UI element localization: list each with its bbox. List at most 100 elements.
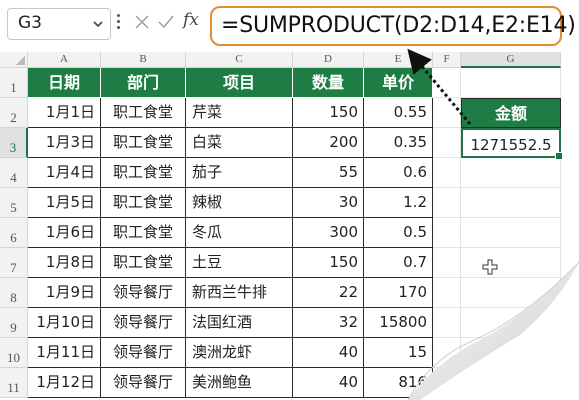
table-cell[interactable]: 300: [293, 218, 364, 248]
row-header-4[interactable]: 4: [0, 158, 28, 188]
table-cell[interactable]: 0.6: [364, 158, 433, 188]
table-cell[interactable]: 土豆: [186, 248, 293, 278]
table-cell[interactable]: 170: [364, 278, 433, 308]
table-cell[interactable]: 22: [293, 278, 364, 308]
table-header-cell[interactable]: 部门: [101, 68, 186, 98]
table-cell[interactable]: 辣椒: [186, 188, 293, 218]
row-header-3[interactable]: 3: [0, 128, 28, 158]
blank-cell[interactable]: [461, 368, 561, 398]
amount-header-cell[interactable]: 金额: [461, 98, 561, 128]
table-cell[interactable]: 1月11日: [28, 338, 101, 368]
blank-cell[interactable]: [433, 98, 461, 128]
table-cell[interactable]: 白菜: [186, 128, 293, 158]
table-header-cell[interactable]: 日期: [28, 68, 101, 98]
table-header-cell[interactable]: 项目: [186, 68, 293, 98]
table-cell[interactable]: 职工食堂: [101, 188, 186, 218]
table-cell[interactable]: 1月6日: [28, 218, 101, 248]
table-cell[interactable]: 1月12日: [28, 368, 101, 398]
table-cell[interactable]: 新西兰牛排: [186, 278, 293, 308]
table-cell[interactable]: 职工食堂: [101, 158, 186, 188]
table-cell[interactable]: 法国红酒: [186, 308, 293, 338]
table-cell[interactable]: 200: [293, 128, 364, 158]
column-header-f[interactable]: F: [433, 52, 461, 68]
blank-cell[interactable]: [461, 278, 561, 308]
table-cell[interactable]: 领导餐厅: [101, 338, 186, 368]
table-cell[interactable]: 1月5日: [28, 188, 101, 218]
table-header-cell[interactable]: 单价: [364, 68, 433, 98]
chevron-down-icon[interactable]: [92, 18, 104, 30]
row-header-10[interactable]: 10: [0, 338, 28, 368]
blank-cell[interactable]: [461, 158, 561, 188]
blank-cell[interactable]: [433, 308, 461, 338]
blank-cell[interactable]: [433, 68, 461, 98]
table-cell[interactable]: 30: [293, 188, 364, 218]
row-header-6[interactable]: 6: [0, 218, 28, 248]
table-cell[interactable]: 1月10日: [28, 308, 101, 338]
blank-cell[interactable]: [461, 68, 561, 98]
blank-cell[interactable]: [433, 248, 461, 278]
table-cell[interactable]: 领导餐厅: [101, 368, 186, 398]
table-cell[interactable]: 0.55: [364, 98, 433, 128]
table-cell[interactable]: 1月1日: [28, 98, 101, 128]
select-all-corner[interactable]: [0, 52, 28, 68]
table-cell[interactable]: 职工食堂: [101, 128, 186, 158]
table-cell[interactable]: 55: [293, 158, 364, 188]
table-cell[interactable]: 职工食堂: [101, 248, 186, 278]
cancel-icon[interactable]: [133, 13, 151, 31]
blank-cell[interactable]: [461, 338, 561, 368]
column-header-c[interactable]: C: [186, 52, 293, 68]
table-cell[interactable]: 冬瓜: [186, 218, 293, 248]
table-cell[interactable]: 职工食堂: [101, 218, 186, 248]
row-header-7[interactable]: 7: [0, 248, 28, 278]
table-cell[interactable]: 15800: [364, 308, 433, 338]
table-cell[interactable]: 1月4日: [28, 158, 101, 188]
row-header-11[interactable]: 11: [0, 368, 28, 398]
column-header-d[interactable]: D: [293, 52, 364, 68]
blank-cell[interactable]: [461, 308, 561, 338]
table-header-cell[interactable]: 数量: [293, 68, 364, 98]
table-cell[interactable]: 1月9日: [28, 278, 101, 308]
table-cell[interactable]: 美洲鲍鱼: [186, 368, 293, 398]
table-cell[interactable]: 茄子: [186, 158, 293, 188]
blank-cell[interactable]: [461, 188, 561, 218]
table-cell[interactable]: 0.35: [364, 128, 433, 158]
table-cell[interactable]: 15: [364, 338, 433, 368]
blank-cell[interactable]: [433, 218, 461, 248]
blank-cell[interactable]: [461, 248, 561, 278]
more-vertical-icon[interactable]: [117, 14, 121, 34]
confirm-icon[interactable]: [157, 13, 175, 31]
table-cell[interactable]: 职工食堂: [101, 98, 186, 128]
blank-cell[interactable]: [433, 368, 461, 398]
blank-cell[interactable]: [433, 158, 461, 188]
table-cell[interactable]: 1.2: [364, 188, 433, 218]
table-cell[interactable]: 150: [293, 248, 364, 278]
table-cell[interactable]: 0.5: [364, 218, 433, 248]
row-header-2[interactable]: 2: [0, 98, 28, 128]
amount-result-cell[interactable]: 1271552.5: [461, 128, 563, 160]
column-header-b[interactable]: B: [101, 52, 186, 68]
table-cell[interactable]: 32: [293, 308, 364, 338]
table-cell[interactable]: 40: [293, 368, 364, 398]
blank-cell[interactable]: [433, 338, 461, 368]
table-cell[interactable]: 150: [293, 98, 364, 128]
column-header-e[interactable]: E: [364, 52, 433, 68]
table-cell[interactable]: 芹菜: [186, 98, 293, 128]
blank-cell[interactable]: [433, 278, 461, 308]
function-icon[interactable]: fx: [183, 10, 199, 30]
row-header-5[interactable]: 5: [0, 188, 28, 218]
table-cell[interactable]: 40: [293, 338, 364, 368]
row-header-8[interactable]: 8: [0, 278, 28, 308]
blank-cell[interactable]: [461, 218, 561, 248]
blank-cell[interactable]: [433, 188, 461, 218]
table-cell[interactable]: 澳洲龙虾: [186, 338, 293, 368]
name-box[interactable]: G3: [7, 8, 111, 40]
table-cell[interactable]: 领导餐厅: [101, 308, 186, 338]
table-cell[interactable]: 0.7: [364, 248, 433, 278]
table-cell[interactable]: 1月8日: [28, 248, 101, 278]
column-header-a[interactable]: A: [28, 52, 101, 68]
table-cell[interactable]: 领导餐厅: [101, 278, 186, 308]
row-header-1[interactable]: 1: [0, 68, 28, 98]
row-header-9[interactable]: 9: [0, 308, 28, 338]
formula-input[interactable]: =SUMPRODUCT(D2:D14,E2:E14): [210, 6, 576, 46]
blank-cell[interactable]: [433, 128, 461, 158]
